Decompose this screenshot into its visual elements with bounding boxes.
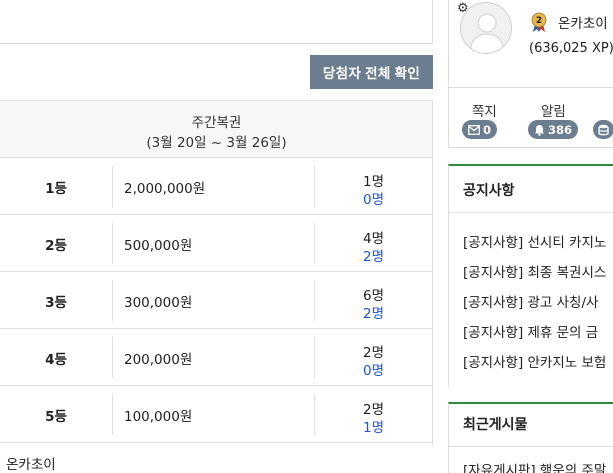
- divider: [449, 446, 613, 447]
- table-row: 2등 500,000원 4명 2명: [0, 215, 432, 272]
- notice-item[interactable]: [공지사항] 제휴 문의 금: [463, 321, 598, 341]
- prize-amount: 300,000원: [124, 294, 193, 311]
- level-badge-icon: 2: [531, 12, 547, 32]
- rank-label: 1등: [45, 180, 67, 197]
- rank-label: 2등: [45, 237, 67, 254]
- notice-title: 공지사항: [463, 183, 515, 199]
- profile-username[interactable]: 온카초이: [558, 12, 608, 32]
- profile-xp: (636,025 XP): [529, 41, 613, 56]
- prize-amount: 100,000원: [124, 408, 193, 425]
- column-divider: [112, 394, 113, 435]
- winner-sub-count[interactable]: 2명: [314, 245, 433, 265]
- rank-label: 3등: [45, 294, 67, 311]
- notice-item[interactable]: [공지사항] 선시티 카지노: [463, 231, 606, 251]
- alerts-count: 386: [548, 122, 573, 137]
- winner-count: 4명: [362, 231, 384, 247]
- notice-item[interactable]: [공지사항] 광고 사칭/사: [463, 291, 598, 311]
- prize-amount: 200,000원: [124, 351, 193, 368]
- table-row: 3등 300,000원 6명 2명: [0, 272, 432, 329]
- divider: [449, 212, 613, 213]
- coins-pill[interactable]: [593, 120, 613, 139]
- table-header-period: (3월 20일 ~ 3월 26일): [146, 135, 287, 151]
- alerts-pill[interactable]: 386: [528, 120, 579, 139]
- winner-sub-count[interactable]: 2명: [314, 302, 433, 322]
- winner-sub-count[interactable]: 1명: [314, 416, 433, 436]
- winner-count: 2명: [362, 345, 384, 361]
- top-card: [0, 0, 433, 44]
- winner-count: 1명: [362, 174, 384, 190]
- messages-label: 쪽지: [472, 104, 497, 120]
- notice-item[interactable]: [공지사항] 최종 복권시스: [463, 261, 606, 281]
- recent-post-item[interactable]: [자유게시판] 행운의 주말: [463, 459, 606, 473]
- winner-count: 2명: [362, 402, 384, 418]
- column-divider: [112, 166, 113, 207]
- notice-item[interactable]: [공지사항] 안카지노 보험: [463, 351, 606, 371]
- winner-count: 6명: [362, 288, 384, 304]
- database-icon: [598, 124, 609, 135]
- table-header-title: 주간복권: [191, 115, 242, 131]
- alerts-label: 알림: [541, 104, 566, 120]
- bell-icon: [535, 124, 544, 136]
- table-row: 4등 200,000원 2명 0명: [0, 329, 432, 386]
- gear-icon[interactable]: ⚙: [457, 2, 469, 15]
- table-row: 1등 2,000,000원 1명 0명: [0, 158, 432, 215]
- table-row: 5등 100,000원 2명 1명: [0, 386, 432, 443]
- view-all-winners-button[interactable]: 당첨자 전체 확인: [310, 55, 433, 89]
- envelope-icon: [468, 124, 480, 135]
- table-header: 주간복권 (3월 20일 ~ 3월 26일): [0, 101, 432, 158]
- prize-amount: 2,000,000원: [124, 180, 206, 197]
- level-number: 2: [536, 16, 542, 26]
- rank-label: 5등: [45, 408, 67, 425]
- rank-label: 4등: [45, 351, 67, 368]
- recent-posts-title: 최근게시물: [463, 417, 528, 433]
- winner-sub-count[interactable]: 0명: [314, 359, 433, 379]
- column-divider: [112, 280, 113, 321]
- footer-username: 온카초이: [6, 457, 56, 473]
- column-divider: [112, 223, 113, 264]
- prize-amount: 500,000원: [124, 237, 193, 254]
- winner-sub-count[interactable]: 0명: [314, 188, 433, 208]
- messages-count: 0: [483, 122, 492, 137]
- column-divider: [112, 337, 113, 378]
- lottery-results-table: 주간복권 (3월 20일 ~ 3월 26일) 1등 2,000,000원 1명 …: [0, 100, 433, 445]
- messages-pill[interactable]: 0: [462, 120, 498, 139]
